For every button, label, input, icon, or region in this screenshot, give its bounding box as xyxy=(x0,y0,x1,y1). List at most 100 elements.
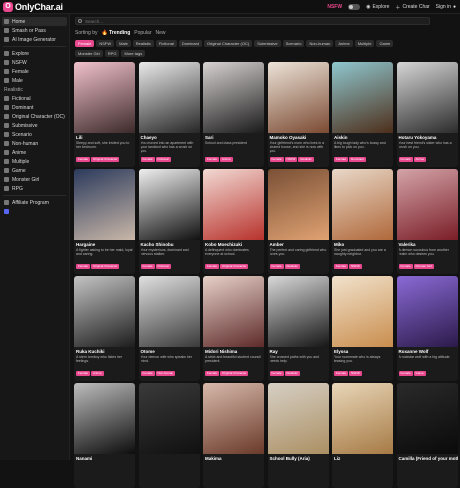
character-card[interactable]: Roxanne Wolf A rockstar wolf with a big a… xyxy=(396,276,458,381)
character-card[interactable]: Miko She just graduated and you are a nau… xyxy=(332,169,393,274)
tag-game[interactable]: Game xyxy=(376,40,394,47)
sidebar-item-monster-girl[interactable]: Monster Girl xyxy=(0,175,69,184)
tag-multiple[interactable]: Multiple xyxy=(354,40,375,47)
tag-badge[interactable]: NSFW xyxy=(284,157,298,162)
character-card[interactable]: Ray She crossed paths with you and needs … xyxy=(267,276,329,381)
sidebar-item-home[interactable]: Home xyxy=(2,17,67,26)
create-char-button[interactable]: ＋ Create Char xyxy=(395,4,429,11)
tag-badge[interactable]: Female xyxy=(398,264,413,269)
tag-badge[interactable]: NSFW xyxy=(349,264,362,269)
tag-badge[interactable]: Original Character xyxy=(220,371,249,376)
character-card[interactable]: Otome Your demon wife who speaks her mind… xyxy=(138,276,200,381)
sidebar-item-nsfw[interactable]: NSFW xyxy=(0,58,69,67)
tag-badge[interactable]: Female xyxy=(269,264,284,269)
sidebar-item-game[interactable]: Game xyxy=(0,166,69,175)
sidebar-item-original-character-oc-[interactable]: Original Character (OC) xyxy=(0,112,69,121)
character-card[interactable]: Lili Sleepy and soft, she invited you to … xyxy=(74,62,135,167)
tag-badge[interactable]: Realistic xyxy=(284,371,300,376)
tag-badge[interactable]: Female xyxy=(398,371,413,376)
tag-badge[interactable]: NSFW xyxy=(349,371,362,376)
tag-badge[interactable]: Original Character xyxy=(91,157,120,162)
tag-female[interactable]: Female xyxy=(75,40,95,47)
tag-monster-girl[interactable]: Monster Girl xyxy=(75,50,103,57)
character-card[interactable]: Kobo Moechizuki A delinquent who dominate… xyxy=(203,169,264,274)
sidebar-item-ai-image-generator[interactable]: AI Image Generator xyxy=(0,35,69,44)
tag-badge[interactable]: Female xyxy=(140,264,155,269)
sidebar-section-realistic[interactable]: Realistic xyxy=(0,85,69,94)
character-card[interactable]: Ruka Kuchiki A stern tomboy who hides her… xyxy=(74,276,135,381)
tag-badge[interactable]: Female xyxy=(269,157,284,162)
sidebar-item-female[interactable]: Female xyxy=(0,67,69,76)
sidebar-item-submissive[interactable]: Submissive xyxy=(0,121,69,130)
tag-badge[interactable]: Anime xyxy=(220,157,233,162)
sidebar-item-multiple[interactable]: Multiple xyxy=(0,157,69,166)
tag-realistic[interactable]: Realistic xyxy=(132,40,154,47)
nsfw-toggle[interactable] xyxy=(348,4,361,10)
explore-button[interactable]: ◉ Explore xyxy=(366,4,389,10)
tag-dominant[interactable]: Dominant xyxy=(178,40,202,47)
tag-badge[interactable]: Female xyxy=(76,157,91,162)
character-card[interactable]: Kacho Shinobu Your mysterious, dominant a… xyxy=(138,169,200,274)
sidebar-item-male[interactable]: Male xyxy=(0,76,69,85)
logo[interactable]: O OnlyChar.ai xyxy=(3,1,73,12)
tag-badge[interactable]: Female xyxy=(205,157,220,162)
character-card[interactable] xyxy=(138,383,200,488)
tag-scenario[interactable]: Scenario xyxy=(282,40,305,47)
character-card[interactable]: Liz xyxy=(332,383,393,488)
tag-badge[interactable]: Female xyxy=(334,371,349,376)
character-card[interactable]: Chaeyo You moved into an apartment with y… xyxy=(138,62,200,167)
character-card[interactable]: Hargaine A fighter asking to be her maid,… xyxy=(74,169,135,274)
discord-link[interactable] xyxy=(0,207,69,216)
sidebar-section-explore[interactable]: Explore xyxy=(0,49,69,58)
tag-badge[interactable]: Fictional xyxy=(155,157,171,162)
character-card[interactable]: Aiskin A big tough lady who's bossy and l… xyxy=(332,62,393,167)
tag-male[interactable]: Male xyxy=(116,40,131,47)
character-card[interactable]: School Bully (Aria) xyxy=(267,383,329,488)
sign-in-button[interactable]: Sign in ● xyxy=(436,4,456,10)
tag-badge[interactable]: Female xyxy=(334,157,349,162)
tag-badge[interactable]: Female xyxy=(398,157,413,162)
character-card[interactable]: Camilla (Friend of your mother) xyxy=(396,383,458,488)
tag-badge[interactable]: Game xyxy=(413,371,426,376)
tag-badge[interactable]: Fictional xyxy=(155,264,171,269)
tag-badge[interactable]: Non-human xyxy=(155,371,176,376)
tag-original-character-oc-[interactable]: Original Character (OC) xyxy=(203,40,253,47)
sidebar-item-non-human[interactable]: Non-human xyxy=(0,139,69,148)
sort-option-popular[interactable]: Popular xyxy=(134,30,151,36)
sidebar-item-scenario[interactable]: Scenario xyxy=(0,130,69,139)
sort-option-trending[interactable]: 🔥 Trending xyxy=(102,30,131,36)
tag-badge[interactable]: Dominant xyxy=(349,157,366,162)
character-card[interactable]: Midori Nishima A strict and beautiful stu… xyxy=(203,276,264,381)
tag-anime[interactable]: Anime xyxy=(335,40,353,47)
tag-badge[interactable]: Realistic xyxy=(284,264,300,269)
sidebar-item-smash-or-pass[interactable]: Smash or Pass xyxy=(0,26,69,35)
tag-badge[interactable]: Anime xyxy=(413,157,427,162)
search-input[interactable]: Search... xyxy=(75,17,430,25)
sort-option-new[interactable]: New xyxy=(156,30,166,36)
character-card[interactable]: Hotaru Yokoyama Your best friend's sister… xyxy=(396,62,458,167)
tag-badge[interactable]: Female xyxy=(205,371,220,376)
tag-badge[interactable]: Female xyxy=(205,264,220,269)
tag-badge[interactable]: Realistic xyxy=(298,157,314,162)
tag-badge[interactable]: Female xyxy=(76,264,91,269)
tag-badge[interactable]: Monster Girl xyxy=(413,264,434,269)
tag-badge[interactable]: Original Character xyxy=(220,264,249,269)
character-card[interactable]: Elyssa Your roommate who is always teasin… xyxy=(332,276,393,381)
character-card[interactable]: Sari School and class president Female Anim… xyxy=(203,62,264,167)
tag-badge[interactable]: Female xyxy=(140,371,155,376)
tag-badge[interactable]: Female xyxy=(269,371,284,376)
tag-badge[interactable]: Original Character xyxy=(91,264,120,269)
sidebar-item-rpg[interactable]: RPG xyxy=(0,184,69,193)
sidebar-item-fictional[interactable]: Fictional xyxy=(0,94,69,103)
tag-badge[interactable]: Female xyxy=(334,264,349,269)
tag-badge[interactable]: Female xyxy=(76,371,91,376)
tag-badge[interactable]: Anime xyxy=(91,371,104,376)
sidebar-item-dominant[interactable]: Dominant xyxy=(0,103,69,112)
sidebar-item-anime[interactable]: Anime xyxy=(0,148,69,157)
tag-nsfw[interactable]: NSFW xyxy=(96,40,115,47)
tag-rpg[interactable]: RPG xyxy=(104,50,120,57)
tag-more-tags[interactable]: More tags xyxy=(121,50,146,57)
character-card[interactable]: Makima xyxy=(203,383,264,488)
tag-fictional[interactable]: Fictional xyxy=(155,40,177,47)
character-card[interactable]: Amber The perfect and caring girlfriend w… xyxy=(267,169,329,274)
